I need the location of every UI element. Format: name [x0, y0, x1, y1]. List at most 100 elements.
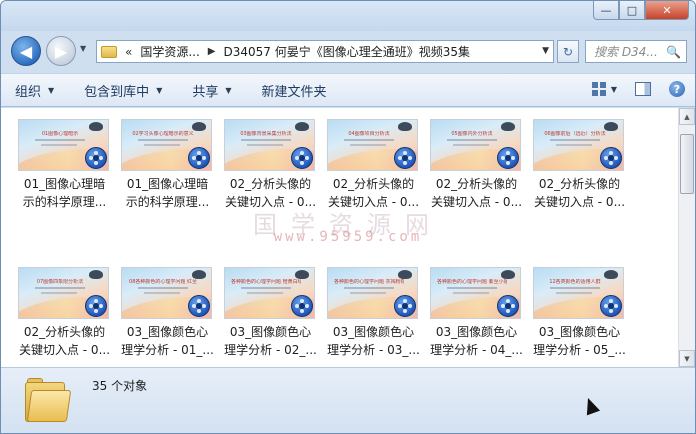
file-name: 03_图像颜色心 理学分析 - 04_... — [430, 325, 523, 357]
thumbnail-title: 05图像内外分析法 — [451, 131, 493, 137]
search-input[interactable]: 搜索 D34... 🔍 — [585, 40, 687, 63]
file-item[interactable]: 各种颜色的心理学问题 灰褐粉棕 03_图像颜色心 理学分析 - 03_... — [322, 264, 425, 376]
file-item[interactable]: 各种颜色的心理学问题 紫至小姐妹 03_图像颜色心 理学分析 - 04_... — [425, 264, 528, 376]
video-file-icon — [188, 295, 210, 317]
chevron-down-icon: ▼ — [225, 85, 232, 95]
file-name: 03_图像颜色心 理学分析 - 01_... — [121, 325, 214, 357]
search-placeholder: 搜索 D34... — [594, 45, 658, 59]
video-file-icon — [85, 295, 107, 317]
video-thumbnail: 各种颜色的心理学问题 橙黄白绿 — [224, 267, 315, 319]
breadcrumb-separator-icon[interactable]: ▶ — [208, 46, 216, 57]
file-name: 02_分析头像的 关键切入点 - 0... — [224, 177, 317, 209]
share-label: 共享 — [192, 84, 219, 100]
video-file-icon — [188, 147, 210, 169]
organize-label: 组织 — [15, 84, 42, 100]
file-name: 02_分析头像的 关键切入点 - 0... — [430, 177, 523, 209]
breadcrumb-item-current[interactable]: D34057 何晏宁《图像心理全通班》视频35集 — [224, 43, 471, 60]
file-name: 01_图像心理暗 示的科学原理... — [125, 177, 210, 209]
video-thumbnail: 05图像内外分析法 — [430, 119, 521, 171]
forward-button[interactable]: ▶ — [46, 36, 76, 66]
file-item[interactable]: 03图像背景采集分析法 02_分析头像的 关键切入点 - 0... — [219, 116, 322, 228]
thumbnail-title: 04图像项目分析法 — [348, 131, 390, 137]
video-file-icon — [600, 147, 622, 169]
chevron-down-icon[interactable]: ▼ — [611, 85, 617, 94]
file-name: 02_分析头像的 关键切入点 - 0... — [533, 177, 626, 209]
video-file-icon — [291, 295, 313, 317]
file-view: 01图像心理暗示 01_图像心理暗 示的科学原理... 02学习头像心理暗示的意义 0… — [1, 108, 695, 367]
video-thumbnail: 各种颜色的心理学问题 灰褐粉棕 — [327, 267, 418, 319]
new-folder-button[interactable]: 新建文件夹 — [262, 81, 327, 100]
folder-icon — [25, 376, 72, 422]
address-dropdown-button[interactable]: ▼ — [542, 46, 549, 56]
close-button[interactable]: ✕ — [645, 1, 689, 20]
video-thumbnail: 04图像项目分析法 — [327, 119, 418, 171]
title-bar: — □ ✕ — [1, 1, 695, 31]
refresh-button[interactable]: ↻ — [557, 40, 579, 63]
thumbnail-title: 12各类颜色的适用人群 — [549, 279, 601, 285]
file-item[interactable]: 04图像项目分析法 02_分析头像的 关键切入点 - 0... — [322, 116, 425, 228]
vertical-scrollbar[interactable]: ▲ ▼ — [678, 108, 695, 367]
thumbnail-title: 各种颜色的心理学问题 灰褐粉棕 — [334, 279, 404, 285]
video-thumbnail: 02学习头像心理暗示的意义 — [121, 119, 212, 171]
video-thumbnail: 03图像背景采集分析法 — [224, 119, 315, 171]
file-item[interactable]: 07图像四象限分析法 02_分析头像的 关键切入点 - 0... — [13, 264, 116, 376]
file-name: 01_图像心理暗 示的科学原理... — [22, 177, 107, 209]
refresh-icon: ↻ — [562, 44, 574, 59]
video-thumbnail: 08各种颜色的心理学问题 红至 — [121, 267, 212, 319]
video-file-icon — [394, 295, 416, 317]
file-item[interactable]: 06图像前后（远近）分析法 02_分析头像的 关键切入点 - 0... — [528, 116, 631, 228]
video-file-icon — [291, 147, 313, 169]
file-item[interactable]: 02学习头像心理暗示的意义 01_图像心理暗 示的科学原理... — [116, 116, 219, 228]
item-count: 35 个对象 — [92, 379, 148, 393]
include-in-library-label: 包含到库中 — [84, 84, 150, 100]
chevron-down-icon: ▼ — [156, 85, 163, 95]
video-file-icon — [394, 147, 416, 169]
organize-button[interactable]: 组织 ▼ — [15, 81, 54, 100]
video-file-icon — [497, 147, 519, 169]
thumbnail-title: 06图像前后（远近）分析法 — [544, 131, 606, 137]
video-file-icon — [600, 295, 622, 317]
recent-pages-dropdown[interactable]: ▼ — [80, 44, 86, 53]
chevron-down-icon: ▼ — [48, 85, 55, 95]
include-in-library-button[interactable]: 包含到库中 ▼ — [84, 81, 162, 100]
new-folder-label: 新建文件夹 — [261, 84, 327, 100]
file-item[interactable]: 08各种颜色的心理学问题 红至 03_图像颜色心 理学分析 - 01_... — [116, 264, 219, 376]
breadcrumb-item[interactable]: 国学资源... — [140, 43, 199, 60]
file-item[interactable]: 12各类颜色的适用人群 03_图像颜色心 理学分析 - 05_... — [528, 264, 631, 376]
search-icon[interactable]: 🔍 — [666, 45, 681, 59]
view-controls: ▼ ? — [591, 81, 685, 97]
file-name: 03_图像颜色心 理学分析 - 03_... — [327, 325, 420, 357]
address-bar[interactable]: « 国学资源... ▶ D34057 何晏宁《图像心理全通班》视频35集 ▼ — [96, 40, 554, 63]
back-arrow-icon: ◀ — [19, 41, 33, 61]
scrollbar-thumb[interactable] — [680, 134, 694, 194]
file-name: 03_图像颜色心 理学分析 - 02_... — [224, 325, 317, 357]
folder-icon — [101, 45, 117, 58]
thumbnail-title: 各种颜色的心理学问题 橙黄白绿 — [231, 279, 301, 285]
caption-buttons: — □ ✕ — [593, 1, 689, 20]
forward-arrow-icon: ▶ — [54, 41, 68, 61]
help-icon[interactable]: ? — [669, 81, 685, 97]
scroll-down-icon[interactable]: ▼ — [679, 350, 695, 367]
thumbnail-title: 02学习头像心理暗示的意义 — [132, 131, 194, 137]
file-name: 03_图像颜色心 理学分析 - 05_... — [533, 325, 626, 357]
thumbnail-title: 03图像背景采集分析法 — [240, 131, 292, 137]
navigation-bar: ◀ ▶ ▼ « 国学资源... ▶ D34057 何晏宁《图像心理全通班》视频3… — [1, 33, 695, 69]
file-item[interactable]: 各种颜色的心理学问题 橙黄白绿 03_图像颜色心 理学分析 - 02_... — [219, 264, 322, 376]
address-overflow-button[interactable]: « — [125, 45, 132, 59]
preview-pane-icon[interactable] — [635, 82, 651, 96]
view-options-icon[interactable] — [591, 82, 606, 96]
thumbnail-title: 各种颜色的心理学问题 紫至小姐妹 — [437, 279, 507, 285]
share-button[interactable]: 共享 ▼ — [192, 81, 231, 100]
maximize-button[interactable]: □ — [619, 1, 645, 20]
video-thumbnail: 12各类颜色的适用人群 — [533, 267, 624, 319]
file-item[interactable]: 01图像心理暗示 01_图像心理暗 示的科学原理... — [13, 116, 116, 228]
back-button[interactable]: ◀ — [11, 36, 41, 66]
command-bar: 组织 ▼ 包含到库中 ▼ 共享 ▼ 新建文件夹 ▼ ? — [1, 73, 695, 107]
file-name: 02_分析头像的 关键切入点 - 0... — [18, 325, 111, 357]
video-file-icon — [497, 295, 519, 317]
minimize-button[interactable]: — — [593, 1, 619, 20]
file-item[interactable]: 05图像内外分析法 02_分析头像的 关键切入点 - 0... — [425, 116, 528, 228]
thumbnail-title: 01图像心理暗示 — [41, 131, 79, 137]
file-name: 02_分析头像的 关键切入点 - 0... — [327, 177, 420, 209]
scroll-up-icon[interactable]: ▲ — [679, 108, 695, 125]
